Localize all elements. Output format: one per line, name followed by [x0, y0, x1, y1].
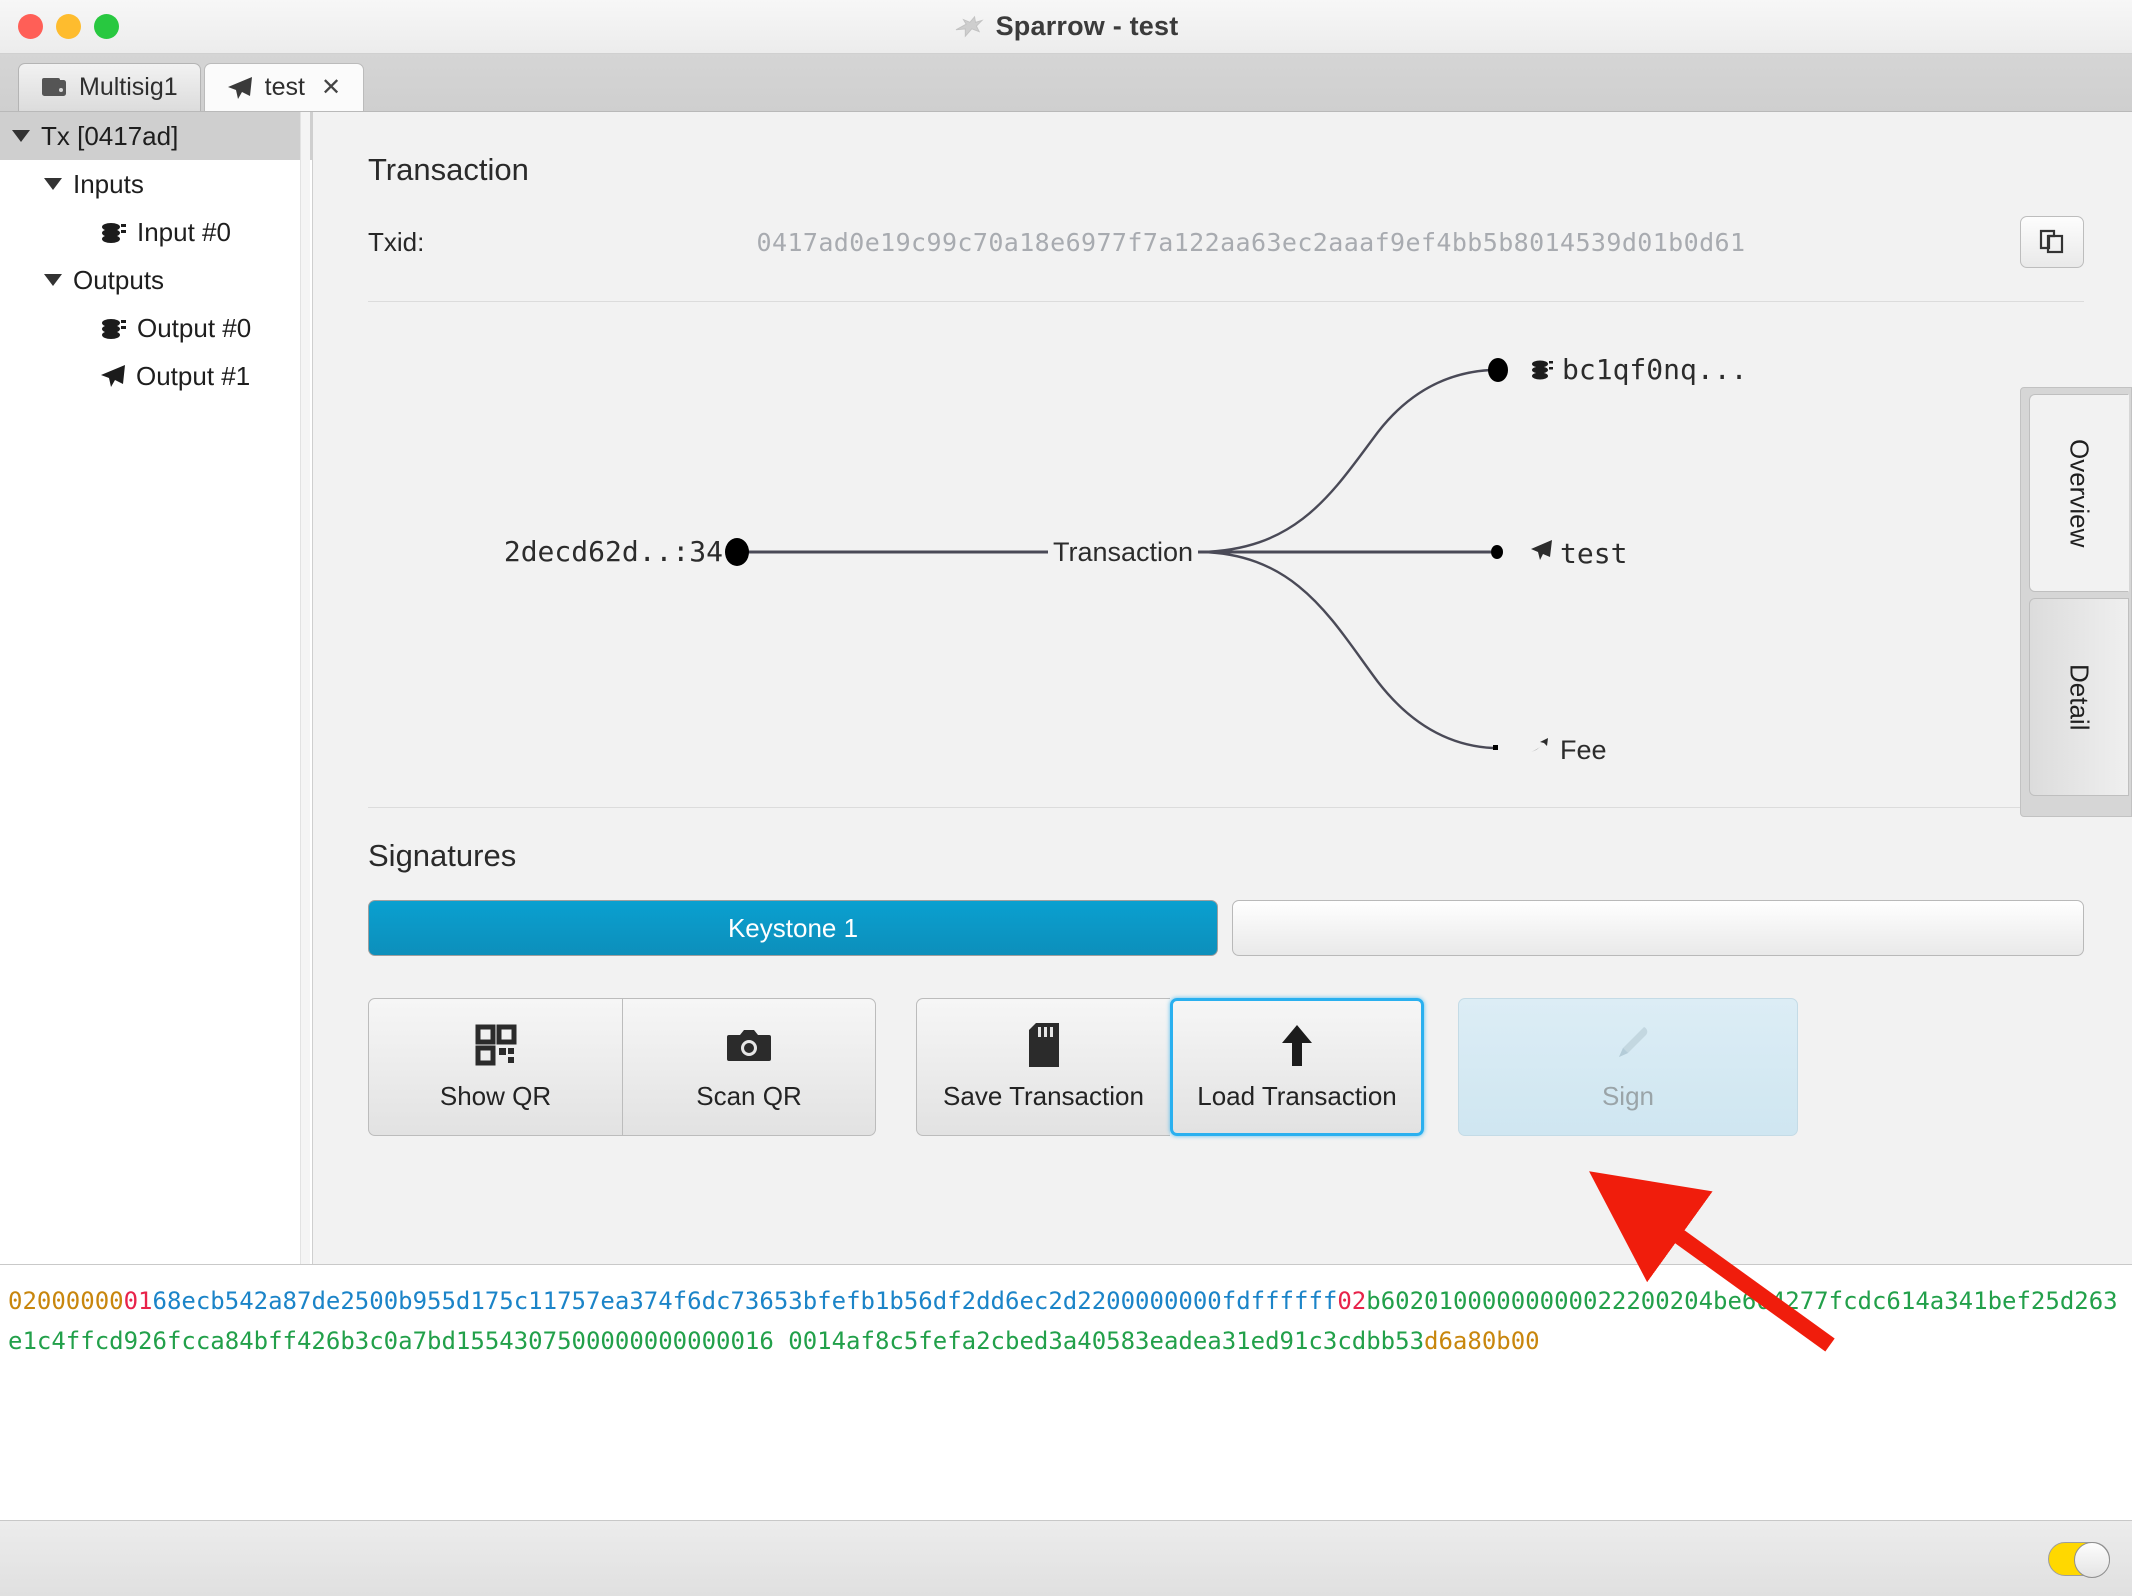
- qr-code-icon: [475, 1023, 517, 1067]
- txid-row: Txid: 0417ad0e19c99c70a18e6977f7a122aa63…: [368, 216, 2084, 268]
- view-mode-tabs: Overview Detail: [2020, 387, 2132, 817]
- sidebar-scrollbar[interactable]: [300, 112, 310, 1264]
- diagram-center-label: Transaction: [1053, 537, 1193, 567]
- sidebar-item-label: Output #0: [137, 312, 252, 343]
- sidebar-item-label: Inputs: [73, 168, 144, 199]
- diagram-output-1: test: [1531, 537, 1627, 570]
- svg-text:Fee: Fee: [1560, 735, 1607, 765]
- signature-keystone-1[interactable]: Keystone 1: [368, 900, 1218, 956]
- transaction-tree-sidebar: Tx [0417ad] Inputs Input #0 Outputs Outp…: [0, 112, 313, 1264]
- hex-segment-version: 02000000: [8, 1287, 124, 1315]
- sidebar-item-label: Outputs: [73, 264, 165, 295]
- coins-icon: [102, 318, 126, 339]
- sidebar-item-input-0[interactable]: Input #0: [0, 208, 312, 256]
- toggle-knob: [2074, 1541, 2110, 1578]
- action-button-row: Show QR Scan QR Save Transaction Load Tr…: [368, 998, 2084, 1136]
- sidebar-item-tx[interactable]: Tx [0417ad]: [0, 112, 312, 160]
- hex-segment-output-count: 02: [1337, 1287, 1367, 1315]
- maximize-window-button[interactable]: [94, 14, 119, 39]
- window-controls: [18, 14, 119, 39]
- sidebar-item-label: Output #1: [136, 360, 251, 391]
- divider: [368, 807, 2084, 808]
- tab-label: test: [264, 73, 305, 101]
- scan-qr-button[interactable]: Scan QR: [622, 998, 876, 1136]
- page-title: Transaction: [368, 152, 529, 187]
- diagram-svg: 2decd62d..:34 Transaction bc1qf0nq... te…: [504, 353, 1748, 765]
- close-icon[interactable]: ✕: [321, 73, 341, 102]
- chevron-down-icon[interactable]: [44, 178, 62, 190]
- tab-label: Multisig1: [79, 73, 178, 101]
- copy-icon: [2039, 229, 2064, 254]
- txid-value: 0417ad0e19c99c70a18e6977f7a122aa63ec2aaa…: [756, 227, 1746, 257]
- sidebar-item-output-1[interactable]: Output #1: [0, 352, 312, 400]
- hex-segment-inputs: 68ecb542a87de2500b955d175c11757ea374f6dc…: [152, 1287, 1338, 1315]
- camera-icon: [727, 1023, 771, 1067]
- button-label: Show QR: [439, 1080, 552, 1111]
- save-transaction-button[interactable]: Save Transaction: [916, 998, 1170, 1136]
- tab-detail[interactable]: Detail: [2029, 598, 2129, 796]
- coins-icon: [102, 222, 126, 243]
- tab-overview[interactable]: Overview: [2029, 394, 2129, 592]
- window-title-group: Sparrow - test: [0, 0, 2132, 53]
- arrow-up-icon: [1280, 1023, 1314, 1067]
- button-label: Sign: [1601, 1080, 1655, 1111]
- signatures-title: Signatures: [368, 838, 517, 873]
- button-label: Load Transaction: [1197, 1080, 1397, 1111]
- transaction-panel: Transaction Txid: 0417ad0e19c99c70a18e69…: [313, 112, 2132, 1264]
- diagram-output-0: bc1qf0nq...: [1532, 353, 1747, 386]
- body-split: Tx [0417ad] Inputs Input #0 Outputs Outp…: [0, 112, 2132, 1264]
- qr-button-group: Show QR Scan QR: [368, 998, 876, 1136]
- hex-segment-locktime: d6a80b00: [1424, 1327, 1540, 1355]
- bird-icon: [955, 15, 984, 38]
- sidebar-item-outputs[interactable]: Outputs: [0, 256, 312, 304]
- signature-bars: Keystone 1: [368, 900, 2084, 956]
- diagram-input-label: 2decd62d..:34: [504, 535, 723, 568]
- sign-button: Sign: [1458, 998, 1798, 1136]
- chevron-down-icon[interactable]: [44, 274, 62, 286]
- title-bar: Sparrow - test: [0, 0, 2132, 54]
- sd-card-icon: [1028, 1022, 1059, 1067]
- svg-text:test: test: [1560, 537, 1627, 570]
- app-window: Sparrow - test Multisig1 test ✕ Tx [0417…: [0, 0, 2132, 1596]
- tab-multisig1[interactable]: Multisig1: [18, 63, 201, 111]
- tab-bar: Multisig1 test ✕: [0, 54, 2132, 112]
- transaction-io-button-group: Save Transaction Load Transaction: [916, 998, 1424, 1136]
- window-title: Sparrow - test: [995, 11, 1179, 41]
- chevron-down-icon[interactable]: [12, 130, 30, 142]
- sidebar-item-label: Tx [0417ad]: [41, 120, 179, 151]
- txid-label: Txid:: [368, 226, 425, 257]
- sidebar-item-label: Input #0: [137, 216, 231, 247]
- copy-txid-button[interactable]: [2020, 216, 2084, 268]
- raw-transaction-hex[interactable]: 020000000168ecb542a87de2500b955d175c1175…: [0, 1264, 2132, 1520]
- hex-segment-input-count: 01: [123, 1287, 153, 1315]
- plane-icon: [101, 365, 125, 387]
- wallet-icon: [42, 78, 66, 96]
- show-qr-button[interactable]: Show QR: [368, 998, 622, 1136]
- close-window-button[interactable]: [18, 14, 43, 39]
- diagram-output-fee: Fee: [1531, 735, 1607, 765]
- plane-icon: [227, 76, 252, 99]
- signature-empty-slot[interactable]: [1232, 900, 2084, 956]
- svg-text:bc1qf0nq...: bc1qf0nq...: [1562, 353, 1747, 386]
- status-bar: [0, 1520, 2132, 1596]
- sidebar-item-inputs[interactable]: Inputs: [0, 160, 312, 208]
- tab-test[interactable]: test ✕: [203, 63, 365, 111]
- theme-toggle[interactable]: [2048, 1541, 2110, 1578]
- sidebar-item-output-0[interactable]: Output #0: [0, 304, 312, 352]
- button-label: Scan QR: [696, 1080, 802, 1111]
- minimize-window-button[interactable]: [56, 14, 81, 39]
- button-label: Save Transaction: [943, 1080, 1144, 1111]
- transaction-diagram: 2decd62d..:34 Transaction bc1qf0nq... te…: [368, 302, 2132, 817]
- load-transaction-button[interactable]: Load Transaction: [1170, 998, 1424, 1136]
- pen-nib-icon: [1606, 1023, 1650, 1067]
